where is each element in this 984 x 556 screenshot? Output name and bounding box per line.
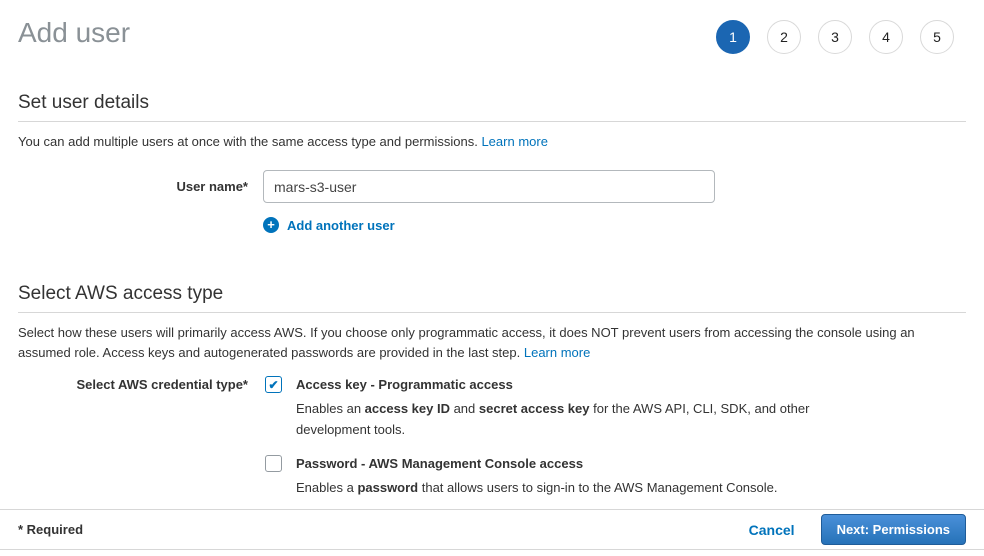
learn-more-link-access[interactable]: Learn more	[524, 345, 590, 360]
user-details-intro-text: You can add multiple users at once with …	[18, 134, 478, 149]
learn-more-link-users[interactable]: Learn more	[481, 134, 547, 149]
credential-type-row: Select AWS credential type* Access key -…	[18, 376, 966, 498]
user-details-intro: You can add multiple users at once with …	[18, 132, 966, 152]
set-user-details-heading: Set user details	[18, 92, 966, 122]
wizard-footer: * Required Cancel Next: Permissions	[0, 509, 984, 550]
access-type-intro: Select how these users will primarily ac…	[18, 323, 966, 363]
add-user-page: Add user 1 2 3 4 5 Set user details You …	[0, 0, 984, 498]
password-description: Enables a password that allows users to …	[296, 477, 778, 498]
credential-type-label: Select AWS credential type*	[18, 376, 248, 498]
username-label: User name*	[18, 170, 248, 194]
next-permissions-button[interactable]: Next: Permissions	[821, 514, 966, 545]
option-password: Password - AWS Management Console access…	[265, 455, 826, 498]
wizard-step-5: 5	[920, 20, 954, 54]
access-type-intro-text: Select how these users will primarily ac…	[18, 325, 915, 360]
password-title: Password - AWS Management Console access	[296, 455, 778, 472]
page-title: Add user	[18, 16, 130, 50]
username-input[interactable]	[263, 170, 715, 203]
add-another-user-button[interactable]: Add another user	[263, 217, 395, 233]
wizard-step-3: 3	[818, 20, 852, 54]
add-another-user-label: Add another user	[287, 218, 395, 233]
required-note: * Required	[18, 522, 83, 537]
access-type-heading: Select AWS access type	[18, 283, 966, 313]
wizard-step-2: 2	[767, 20, 801, 54]
plus-circle-icon	[263, 217, 279, 233]
wizard-step-4: 4	[869, 20, 903, 54]
access-key-title: Access key - Programmatic access	[296, 376, 826, 393]
username-row: User name*	[18, 170, 966, 203]
wizard-step-1: 1	[716, 20, 750, 54]
password-checkbox[interactable]	[265, 455, 282, 472]
wizard-steps: 1 2 3 4 5	[716, 20, 966, 54]
access-key-checkbox[interactable]	[265, 376, 282, 393]
credential-options: Access key - Programmatic access Enables…	[265, 376, 826, 498]
access-key-description: Enables an access key ID and secret acce…	[296, 398, 826, 440]
option-access-key: Access key - Programmatic access Enables…	[265, 376, 826, 440]
page-header: Add user 1 2 3 4 5	[18, 16, 966, 54]
cancel-button[interactable]: Cancel	[749, 522, 795, 538]
